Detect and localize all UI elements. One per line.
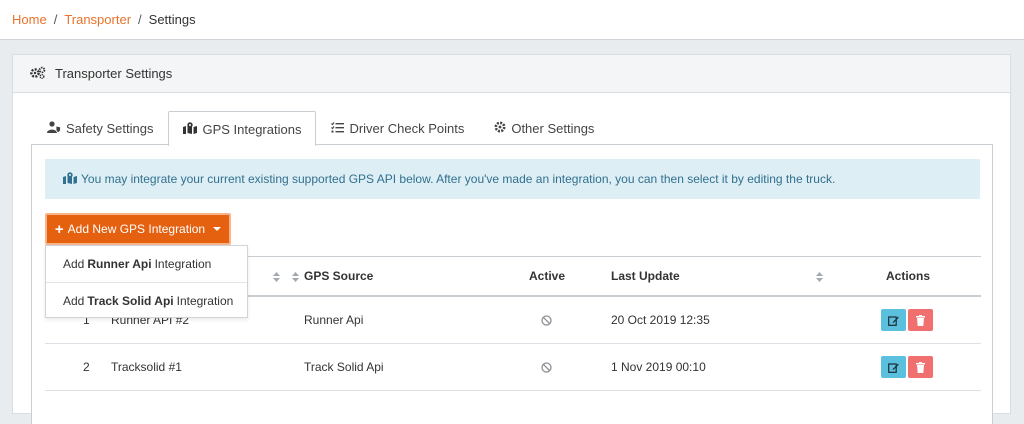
sort-icon[interactable] (292, 271, 299, 285)
column-header-actions: Actions (886, 269, 931, 283)
integration-name: Tracksolid #1 (111, 360, 182, 374)
panel-header: Transporter Settings (13, 55, 1010, 93)
menu-item-prefix: Add (63, 257, 85, 271)
tab-driver-check-points[interactable]: Driver Check Points (316, 111, 479, 145)
breadcrumb-transporter-link[interactable]: Transporter (64, 12, 131, 27)
tab-label: Driver Check Points (349, 121, 465, 136)
column-header-gps-source[interactable]: GPS Source (304, 257, 373, 295)
delete-button[interactable] (908, 356, 933, 378)
menu-item-prefix: Add (63, 293, 85, 308)
tab-safety-settings[interactable]: Safety Settings (32, 111, 168, 145)
column-header-last-update[interactable]: Last Update (611, 257, 680, 295)
breadcrumb-current: Settings (148, 12, 196, 27)
trash-icon (916, 314, 925, 326)
map-marked-icon (183, 121, 202, 137)
top-bar: Home / Transporter / Settings (0, 0, 1024, 40)
menu-item-add-runner-api[interactable]: Add Runner Api Integration (46, 246, 247, 282)
menu-item-name: Runner Api (87, 257, 152, 271)
edit-icon (888, 362, 899, 373)
tab-label: Other Settings (511, 121, 595, 136)
menu-item-name: Track Solid Api (87, 293, 174, 308)
edit-icon (888, 315, 899, 326)
add-integration-dropdown-menu: Add Runner Api Integration Add Track Sol… (45, 245, 248, 318)
user-shield-icon (47, 121, 66, 136)
sort-icon[interactable] (816, 271, 823, 285)
row-number: 2 (83, 360, 90, 374)
add-button-label: Add New GPS Integration (67, 222, 206, 236)
tab-other-settings[interactable]: Other Settings (479, 111, 609, 145)
gps-source: Track Solid Api (304, 360, 384, 374)
menu-item-add-track-solid-api[interactable]: Add Track Solid Api Integration (46, 282, 247, 318)
menu-item-suffix: Integration (176, 293, 234, 308)
add-gps-integration-button[interactable]: + Add New GPS Integration (45, 213, 231, 245)
breadcrumb-separator: / (138, 12, 142, 27)
menu-item-suffix: Integration (154, 257, 212, 271)
alert-text: You may integrate your current existing … (81, 172, 836, 186)
column-header-active[interactable]: Active (529, 257, 565, 295)
breadcrumb-home-link[interactable]: Home (12, 12, 47, 27)
gps-source: Runner Api (304, 313, 364, 327)
tab-label: GPS Integrations (202, 121, 302, 137)
delete-button[interactable] (908, 309, 933, 331)
table-row: 2 Tracksolid #1 Track Solid Api 1 Nov 20… (45, 344, 981, 391)
sort-icon[interactable] (273, 271, 280, 285)
caret-down-icon (213, 227, 222, 231)
edit-button[interactable] (881, 356, 906, 378)
settings-tabs: Safety Settings GPS Integrations Driver … (32, 111, 609, 146)
panel-title: Transporter Settings (55, 66, 173, 81)
gear-icon (494, 121, 511, 136)
tasks-icon (331, 121, 349, 136)
last-update: 1 Nov 2019 00:10 (611, 360, 706, 374)
info-alert: You may integrate your current existing … (45, 159, 980, 199)
breadcrumb-separator: / (53, 12, 58, 27)
edit-button[interactable] (881, 309, 906, 331)
map-marked-icon (63, 171, 81, 187)
breadcrumb: Home / Transporter / Settings (12, 12, 196, 27)
cogs-icon (30, 66, 55, 82)
tab-gps-integrations[interactable]: GPS Integrations (168, 111, 317, 146)
trash-icon (916, 361, 925, 373)
plus-icon: + (54, 220, 64, 238)
inactive-ban-icon (541, 344, 552, 390)
last-update: 20 Oct 2019 12:35 (611, 313, 710, 327)
tab-label: Safety Settings (66, 121, 154, 136)
transporter-settings-panel: Transporter Settings Safety Settings GPS… (12, 54, 1011, 424)
inactive-ban-icon (541, 297, 552, 343)
